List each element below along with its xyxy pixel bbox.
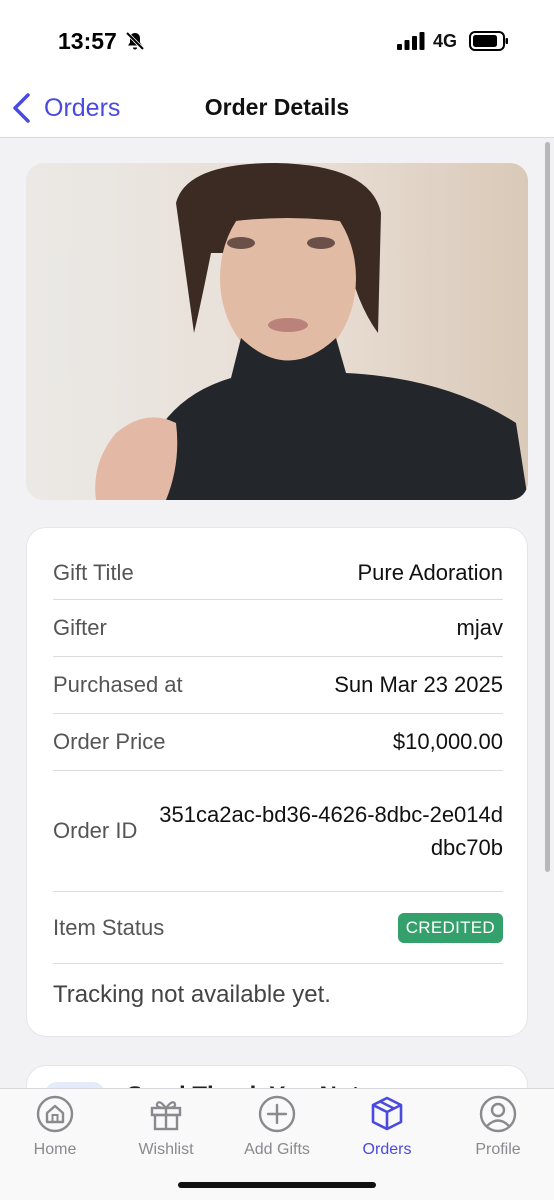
purchased-row: Purchased at Sun Mar 23 2025 [53, 657, 503, 714]
bell-off-icon [125, 31, 145, 51]
gift-icon [150, 1101, 182, 1131]
scrollbar[interactable] [545, 142, 550, 872]
price-label: Order Price [53, 729, 166, 754]
gift-title-label: Gift Title [53, 559, 134, 585]
tab-home[interactable]: Home [0, 1095, 110, 1165]
gifter-row: Gifter mjav [53, 600, 503, 657]
order-id-value: 351ca2ac-bd36-4626-8dbc-2e014ddbc70b [159, 802, 503, 860]
battery-icon [469, 31, 508, 51]
home-icon [36, 1095, 74, 1133]
price-row: Order Price $10,000.00 [53, 714, 503, 771]
gift-title-row: Gift Title Pure Adoration [53, 546, 503, 600]
box-icon [371, 1096, 403, 1131]
user-circle-icon [479, 1095, 517, 1133]
gifter-label: Gifter [53, 615, 107, 640]
tab-profile-label: Profile [475, 1141, 521, 1158]
gift-title-value: Pure Adoration [357, 559, 503, 585]
network-label: 4G [433, 31, 458, 51]
back-button[interactable]: Orders [10, 88, 120, 128]
tab-profile[interactable]: Profile [443, 1095, 553, 1165]
back-label: Orders [44, 93, 121, 122]
purchased-value: Sun Mar 23 2025 [334, 672, 503, 697]
item-status-row: Item Status CREDITED [53, 892, 503, 964]
tab-orders[interactable]: Orders [332, 1095, 442, 1165]
tab-orders-label: Orders [362, 1141, 412, 1158]
status-badge: CREDITED [397, 912, 503, 943]
signal-icon [397, 32, 425, 50]
status-time: 13:57 [58, 28, 117, 54]
tab-add-gifts[interactable]: Add Gifts [222, 1095, 332, 1165]
order-details-card: Gift Title Pure Adoration Gifter mjav Pu… [26, 527, 528, 1037]
chevron-left-icon [13, 93, 30, 123]
tracking-text: Tracking not available yet. [53, 981, 331, 1008]
price-value: $10,000.00 [392, 729, 503, 754]
tab-add-gifts-label: Add Gifts [244, 1141, 310, 1158]
home-indicator[interactable] [178, 1182, 376, 1188]
item-status-label: Item Status [53, 914, 165, 940]
order-id-label: Order ID [53, 818, 138, 843]
plus-circle-icon [258, 1095, 296, 1133]
purchased-label: Purchased at [53, 672, 183, 697]
gift-photo [26, 163, 528, 500]
tab-wishlist[interactable]: Wishlist [111, 1095, 221, 1165]
tab-wishlist-label: Wishlist [138, 1141, 194, 1158]
gifter-value: mjav [456, 615, 503, 640]
nav-bar: Order Details Orders [0, 80, 554, 138]
tab-home-label: Home [33, 1141, 77, 1158]
status-bar: 13:57 4G [0, 0, 554, 80]
order-id-row: Order ID 351ca2ac-bd36-4626-8dbc-2e014dd… [53, 771, 503, 892]
